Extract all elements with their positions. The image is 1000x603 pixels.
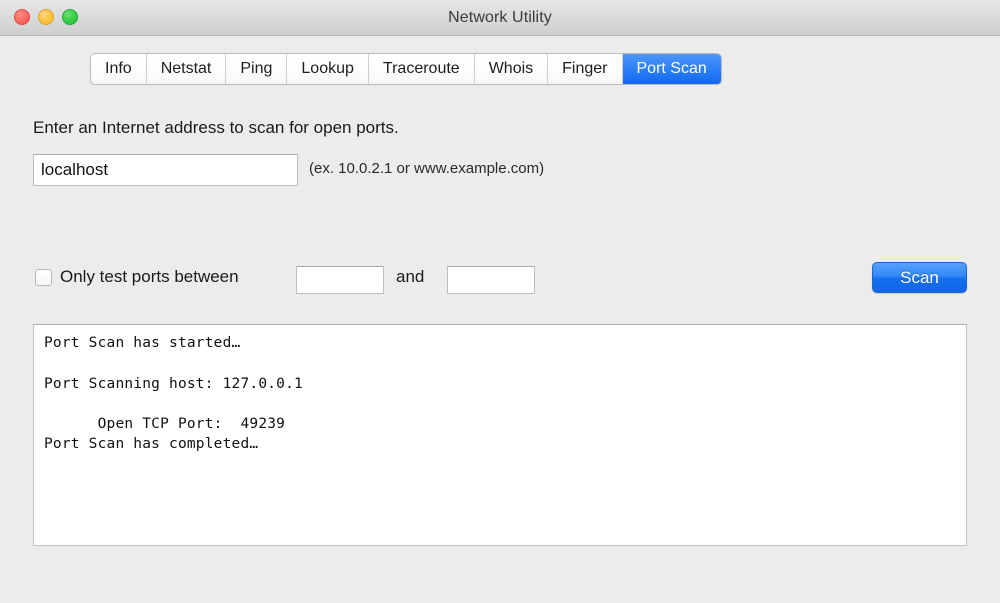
tab-strip: Info Netstat Ping Lookup Traceroute Whoi…	[90, 53, 722, 85]
tab-port-scan[interactable]: Port Scan	[622, 54, 721, 84]
tab-info[interactable]: Info	[91, 54, 147, 84]
tab-whois[interactable]: Whois	[474, 54, 549, 84]
network-utility-window: Network Utility Info Netstat Ping Lookup…	[0, 0, 1000, 603]
close-window-button[interactable]	[14, 9, 30, 25]
address-example-hint: (ex. 10.0.2.1 or www.example.com)	[309, 160, 545, 177]
window-titlebar: Network Utility	[0, 0, 1000, 36]
tab-lookup[interactable]: Lookup	[287, 54, 369, 84]
tab-netstat[interactable]: Netstat	[146, 54, 227, 84]
scan-button[interactable]: Scan	[872, 262, 967, 293]
port-range-row: Only test ports between and Scan	[0, 261, 1000, 301]
maximize-window-button[interactable]	[62, 9, 78, 25]
only-test-ports-checkbox[interactable]	[35, 269, 52, 286]
tabbar-area: Info Netstat Ping Lookup Traceroute Whoi…	[0, 36, 1000, 85]
port-range-conjunction: and	[396, 267, 425, 286]
port-range-from-input[interactable]	[296, 266, 384, 294]
tab-ping[interactable]: Ping	[226, 54, 288, 84]
traffic-light-buttons	[14, 9, 78, 25]
address-input[interactable]	[33, 154, 298, 186]
tab-traceroute[interactable]: Traceroute	[368, 54, 475, 84]
port-scan-panel: Enter an Internet address to scan for op…	[0, 85, 1000, 603]
scan-output-area[interactable]: Port Scan has started… Port Scanning hos…	[33, 324, 967, 546]
tab-finger[interactable]: Finger	[548, 54, 623, 84]
port-scan-prompt: Enter an Internet address to scan for op…	[33, 118, 399, 137]
only-test-ports-label: Only test ports between	[60, 267, 239, 286]
window-title: Network Utility	[448, 9, 552, 26]
scan-output-text: Port Scan has started… Port Scanning hos…	[44, 335, 303, 453]
minimize-window-button[interactable]	[38, 9, 54, 25]
port-range-to-input[interactable]	[447, 266, 535, 294]
